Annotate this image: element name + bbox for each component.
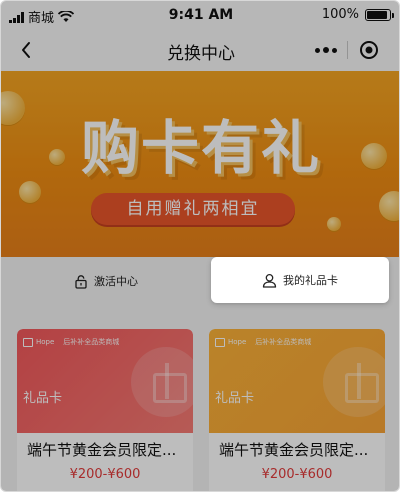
more-button[interactable] — [305, 35, 347, 65]
coin-decoration — [379, 191, 399, 221]
coin-decoration — [327, 217, 341, 231]
brand-name: Hope — [228, 338, 247, 346]
gift-card-list: Hope 后补补全品类商城 礼品卡 端午节黄金会员限定... ¥200-¥600… — [1, 305, 399, 491]
nav-bar: 兑换中心 — [1, 29, 399, 71]
card-price: ¥200-¥600 — [69, 467, 141, 482]
lock-icon — [75, 274, 87, 289]
gift-card-image: Hope 后补补全品类商城 礼品卡 — [209, 329, 385, 433]
app-frame: 商城 9:41 AM 100% 兑换中心 购卡有礼 自用赠礼两相宜 激活中心 H… — [0, 0, 400, 492]
highlighted-tab-my-gift-cards[interactable]: 我的礼品卡 — [211, 257, 389, 303]
card-name: 端午节黄金会员限定... — [27, 441, 177, 459]
battery-percent: 100% — [321, 7, 359, 22]
tab-label: 激活中心 — [94, 275, 138, 288]
status-bar: 商城 9:41 AM 100% — [1, 1, 399, 29]
gift-card-item[interactable]: Hope 后补补全品类商城 礼品卡 端午节黄金会员限定... ¥200-¥600 — [209, 329, 385, 491]
banner-subtitle: 自用赠礼两相宜 — [91, 193, 295, 225]
tab-label: 我的礼品卡 — [283, 274, 338, 287]
status-right: 100% — [321, 7, 394, 22]
gift-box-icon — [323, 347, 385, 417]
shopping-bag-icon — [23, 337, 33, 347]
target-circle-icon — [360, 41, 378, 59]
card-type: 礼品卡 — [23, 391, 63, 406]
card-type: 礼品卡 — [215, 391, 255, 406]
gift-card-image: Hope 后补补全品类商城 礼品卡 — [17, 329, 193, 433]
more-dots-icon — [315, 47, 337, 53]
card-brand: Hope 后补补全品类商城 — [215, 337, 311, 347]
shopping-bag-icon — [215, 337, 225, 347]
mini-program-capsule — [305, 35, 391, 65]
close-button[interactable] — [348, 35, 390, 65]
card-name: 端午节黄金会员限定... — [219, 441, 369, 459]
brand-name: Hope — [36, 338, 55, 346]
store-name: 后补补全品类商城 — [63, 338, 120, 346]
user-icon — [262, 273, 277, 288]
card-price: ¥200-¥600 — [261, 467, 333, 482]
gift-card-item[interactable]: Hope 后补补全品类商城 礼品卡 端午节黄金会员限定... ¥200-¥600 — [17, 329, 193, 491]
battery-icon — [365, 8, 394, 21]
gift-box-icon — [131, 347, 193, 417]
store-name: 后补补全品类商城 — [255, 338, 312, 346]
banner-title: 购卡有礼 — [80, 114, 321, 182]
promo-banner[interactable]: 购卡有礼 自用赠礼两相宜 — [1, 71, 399, 257]
tab-activate[interactable]: 激活中心 — [21, 257, 191, 305]
card-brand: Hope 后补补全品类商城 — [23, 337, 119, 347]
